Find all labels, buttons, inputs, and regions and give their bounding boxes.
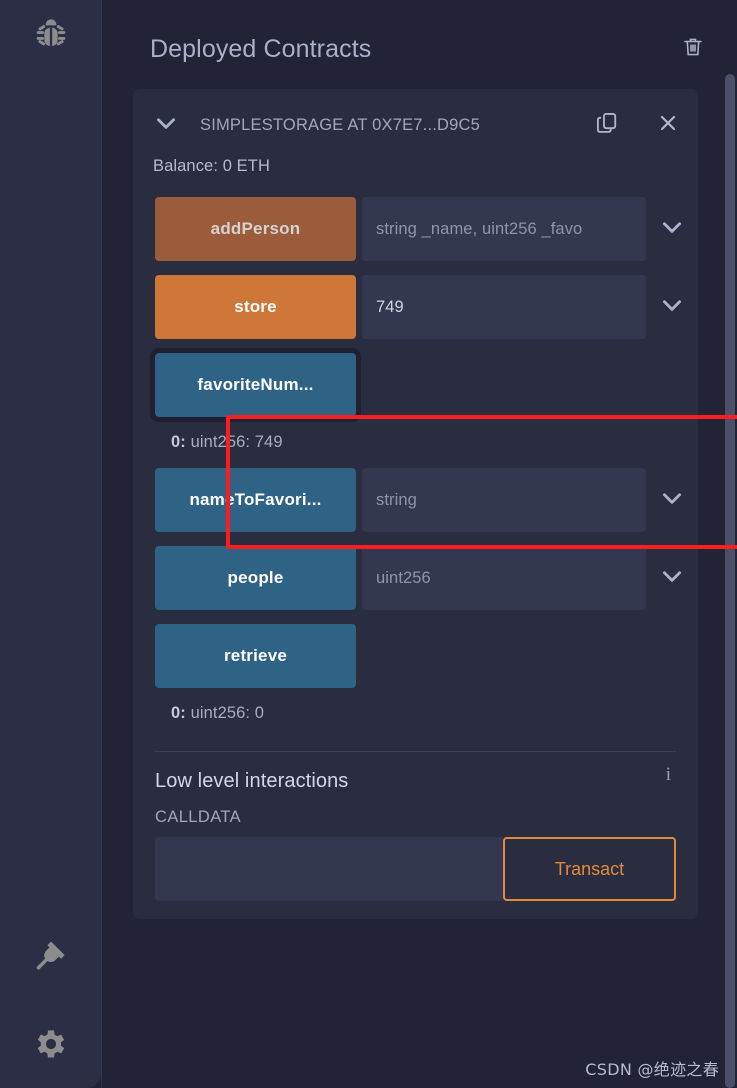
chevron-down-icon bbox=[153, 110, 179, 141]
contract-name-label[interactable]: SIMPLESTORAGE AT 0X7E7...D9C5 bbox=[200, 116, 594, 135]
function-row: nameToFavori... bbox=[133, 468, 698, 532]
function-button-nametofavori[interactable]: nameToFavori... bbox=[155, 468, 356, 532]
contract-balance: Balance: 0 ETH bbox=[153, 157, 270, 175]
chevron-down-icon bbox=[659, 485, 685, 516]
function-row: people bbox=[133, 546, 698, 610]
function-result: 0: uint256: 749 bbox=[133, 431, 698, 468]
copy-icon bbox=[594, 110, 620, 141]
contract-card: SIMPLESTORAGE AT 0X7E7...D9C5 Balance: 0… bbox=[133, 89, 698, 919]
function-expand-toggle[interactable] bbox=[646, 546, 698, 610]
delete-all-contracts-button[interactable] bbox=[681, 35, 705, 64]
function-button-favoritenum[interactable]: favoriteNum... bbox=[155, 353, 356, 417]
scrollbar-thumb[interactable] bbox=[725, 74, 735, 1088]
function-row: store bbox=[133, 275, 698, 339]
function-list: addPerson store favoriteNum... 0: uint256: … bbox=[133, 197, 698, 739]
function-result: 0: uint256: 0 bbox=[133, 702, 698, 739]
close-icon bbox=[656, 111, 680, 140]
contract-expand-toggle[interactable] bbox=[153, 110, 179, 141]
watermark: CSDN @绝迹之春 bbox=[585, 1060, 719, 1079]
function-row: retrieve bbox=[133, 624, 698, 688]
deployed-contracts-panel: Deployed Contracts SIMPLESTORAGE AT 0X7E… bbox=[101, 0, 737, 1088]
sidebar-item-plugin-manager[interactable] bbox=[0, 930, 101, 982]
function-input-nametofavori[interactable] bbox=[362, 468, 646, 532]
bug-icon bbox=[31, 16, 71, 56]
function-row: addPerson bbox=[133, 197, 698, 261]
calldata-row: Transact bbox=[155, 837, 676, 901]
function-expand-toggle[interactable] bbox=[646, 275, 698, 339]
low-level-interactions-section: Low level interactions i CALLDATA Transa… bbox=[133, 752, 698, 901]
copy-address-button[interactable] bbox=[594, 110, 620, 141]
result-value: uint256: 749 bbox=[190, 433, 283, 451]
function-button-store[interactable]: store bbox=[155, 275, 356, 339]
sidebar-item-debugger[interactable] bbox=[0, 8, 101, 64]
result-value: uint256: 0 bbox=[190, 704, 265, 722]
chevron-down-icon bbox=[659, 292, 685, 323]
chevron-down-icon bbox=[659, 563, 685, 594]
result-index: 0: bbox=[171, 433, 186, 451]
remix-run-panel: Deployed Contracts SIMPLESTORAGE AT 0X7E… bbox=[0, 0, 737, 1088]
chevron-down-icon bbox=[659, 214, 685, 245]
calldata-input[interactable] bbox=[155, 837, 503, 901]
trash-icon bbox=[681, 35, 705, 64]
function-input-addperson[interactable] bbox=[362, 197, 646, 261]
page-title: Deployed Contracts bbox=[150, 34, 372, 63]
plug-icon bbox=[31, 936, 71, 976]
result-index: 0: bbox=[171, 704, 186, 722]
contract-card-header: SIMPLESTORAGE AT 0X7E7...D9C5 bbox=[133, 89, 698, 161]
calldata-label: CALLDATA bbox=[155, 808, 242, 826]
gear-icon bbox=[32, 1025, 70, 1063]
info-icon[interactable]: i bbox=[666, 764, 671, 786]
icon-rail bbox=[0, 0, 101, 1088]
function-button-people[interactable]: people bbox=[155, 546, 356, 610]
function-button-addperson[interactable]: addPerson bbox=[155, 197, 356, 261]
close-contract-button[interactable] bbox=[656, 111, 680, 140]
panel-header: Deployed Contracts bbox=[150, 26, 705, 72]
function-input-store[interactable] bbox=[362, 275, 646, 339]
function-expand-toggle[interactable] bbox=[646, 468, 698, 532]
scrollbar-track[interactable] bbox=[723, 0, 737, 1088]
sidebar-item-settings[interactable] bbox=[0, 1018, 101, 1070]
low-level-title: Low level interactions bbox=[155, 770, 349, 792]
function-input-people[interactable] bbox=[362, 546, 646, 610]
function-row: favoriteNum... bbox=[133, 353, 698, 417]
function-button-retrieve[interactable]: retrieve bbox=[155, 624, 356, 688]
function-expand-toggle[interactable] bbox=[646, 197, 698, 261]
transact-button[interactable]: Transact bbox=[503, 837, 676, 901]
